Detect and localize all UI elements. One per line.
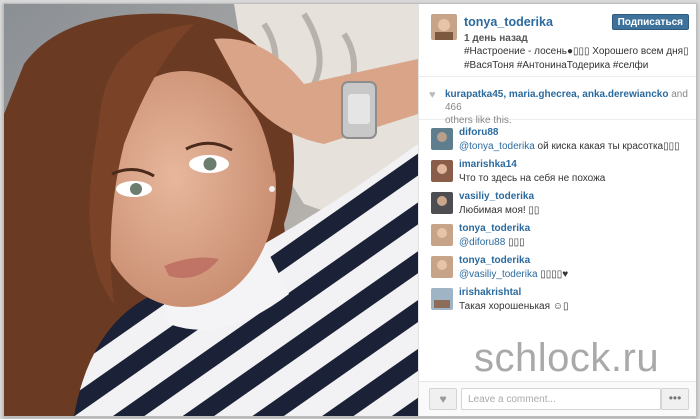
comment-username[interactable]: irishakrishtal bbox=[459, 287, 521, 298]
avatar[interactable] bbox=[431, 14, 457, 40]
comment-message: ой киска какая ты красотка▯▯▯ bbox=[534, 141, 680, 152]
comment-username[interactable]: tonya_toderika bbox=[459, 223, 530, 234]
comment-item: tonya_toderika @diforu88 ▯▯▯ bbox=[419, 222, 696, 252]
comment-username[interactable]: tonya_toderika bbox=[459, 255, 530, 266]
heart-icon: ♥ bbox=[439, 392, 447, 406]
more-options-button[interactable]: ••• bbox=[661, 388, 689, 410]
comment-message: ▯▯▯▯♥ bbox=[537, 269, 569, 280]
comment-mention[interactable]: @tonya_toderika bbox=[459, 141, 535, 152]
comment-text: @diforu88 ▯▯▯ bbox=[459, 237, 525, 248]
comment-mention[interactable]: @vasiliy_toderika bbox=[459, 269, 538, 280]
post-username[interactable]: tonya_toderika bbox=[464, 15, 553, 29]
caption-line-2: #ВасяТоня #АнтонинаТодерика #селфи bbox=[464, 60, 649, 71]
comment-text: Что то здесь на себя не похожа bbox=[459, 173, 605, 184]
comment-username[interactable]: vasiliy_toderika bbox=[459, 191, 534, 202]
likes-and: and bbox=[668, 89, 688, 100]
avatar[interactable] bbox=[431, 224, 453, 246]
comment-username[interactable]: diforu88 bbox=[459, 127, 498, 138]
avatar[interactable] bbox=[431, 192, 453, 214]
comment-bar: ♥ ••• bbox=[419, 381, 696, 416]
avatar[interactable] bbox=[431, 160, 453, 182]
avatar[interactable] bbox=[431, 288, 453, 310]
comment-item: diforu88 @tonya_toderika ой киска какая … bbox=[419, 126, 696, 156]
comment-item: vasiliy_toderika Любимая моя! ▯▯ bbox=[419, 190, 696, 220]
post-window: tonya_toderika Подписаться 1 день назад … bbox=[3, 3, 697, 417]
likes-users[interactable]: kurapatka45, maria.ghecrea, anka.derewia… bbox=[445, 89, 668, 100]
caption-line-1: #Настроение - лосень●▯▯▯ Хорошего всем д… bbox=[464, 46, 689, 57]
selfie-image bbox=[4, 4, 418, 416]
comment-message: Такая хорошенькая ☺▯ bbox=[459, 301, 569, 312]
post-caption: #Настроение - лосень●▯▯▯ Хорошего всем д… bbox=[464, 45, 692, 73]
heart-icon: ♥ bbox=[429, 89, 436, 101]
comment-item: imarishka14 Что то здесь на себя не похо… bbox=[419, 158, 696, 188]
comment-text: @tonya_toderika ой киска какая ты красот… bbox=[459, 141, 680, 152]
avatar[interactable] bbox=[431, 128, 453, 150]
avatar[interactable] bbox=[431, 256, 453, 278]
like-button[interactable]: ♥ bbox=[429, 388, 457, 410]
post-time: 1 день назад bbox=[464, 33, 528, 44]
comment-message: ▯▯▯ bbox=[505, 237, 525, 248]
comment-mention[interactable]: @diforu88 bbox=[459, 237, 505, 248]
post-header: tonya_toderika Подписаться 1 день назад … bbox=[419, 4, 696, 77]
comment-text: Такая хорошенькая ☺▯ bbox=[459, 301, 569, 312]
likes-summary: ♥ kurapatka45, maria.ghecrea, anka.derew… bbox=[419, 77, 696, 126]
comment-text: Любимая моя! ▯▯ bbox=[459, 205, 539, 216]
comment-item: tonya_toderika @vasiliy_toderika ▯▯▯▯♥ bbox=[419, 254, 696, 284]
watermark: schlock.ru bbox=[474, 336, 660, 380]
likes-text: kurapatka45, maria.ghecrea, anka.derewia… bbox=[445, 88, 691, 127]
comment-input[interactable] bbox=[461, 388, 661, 410]
post-photo[interactable] bbox=[4, 4, 418, 416]
comment-username[interactable]: imarishka14 bbox=[459, 159, 517, 170]
follow-button[interactable]: Подписаться bbox=[611, 14, 689, 30]
comment-text: @vasiliy_toderika ▯▯▯▯♥ bbox=[459, 269, 568, 280]
comment-message: Любимая моя! ▯▯ bbox=[459, 205, 540, 216]
comment-message: Что то здесь на себя не похожа bbox=[459, 173, 606, 184]
comment-item: irishakrishtal Такая хорошенькая ☺▯ bbox=[419, 286, 696, 316]
likes-count[interactable]: 466 bbox=[445, 102, 462, 113]
